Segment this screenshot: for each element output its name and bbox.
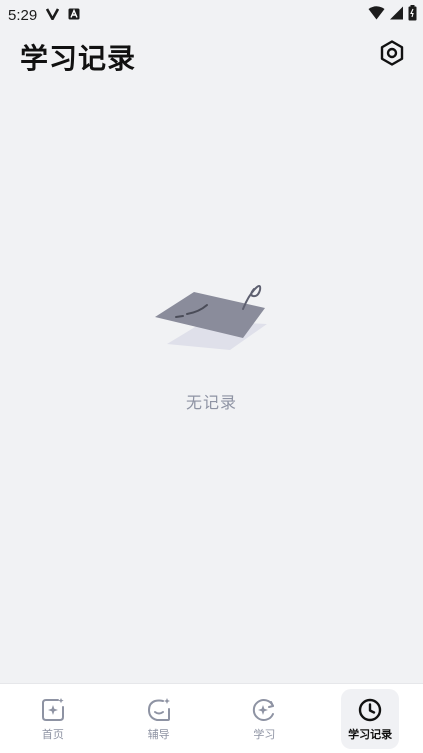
a-notification-icon bbox=[68, 7, 80, 24]
study-icon bbox=[250, 696, 278, 724]
status-time: 5:29 bbox=[8, 6, 38, 24]
cellular-signal-icon bbox=[389, 6, 404, 24]
page-title: 学习记录 bbox=[20, 42, 137, 75]
bottom-tab-bar: 首页 辅导 学习 学习记录 bbox=[0, 683, 423, 753]
status-bar-left: 5:29 bbox=[8, 7, 80, 24]
settings-icon bbox=[378, 39, 406, 71]
wifi-icon bbox=[368, 6, 385, 24]
tutoring-icon bbox=[145, 696, 173, 724]
settings-button[interactable] bbox=[375, 38, 409, 72]
status-bar: 5:29 bbox=[0, 0, 423, 30]
tab-study[interactable]: 学习 bbox=[235, 689, 293, 749]
battery-icon bbox=[408, 5, 417, 25]
tab-study-label: 学习 bbox=[253, 727, 276, 741]
v-notification-icon bbox=[46, 7, 60, 24]
home-icon bbox=[39, 696, 67, 724]
empty-paper-icon bbox=[154, 285, 267, 350]
status-bar-right bbox=[368, 5, 417, 25]
empty-state-text: 无记录 bbox=[185, 393, 237, 412]
tab-tutoring-label: 辅导 bbox=[147, 727, 170, 741]
tab-study-records[interactable]: 学习记录 bbox=[341, 688, 400, 749]
app-header: 学习记录 bbox=[0, 30, 423, 82]
tab-home[interactable]: 首页 bbox=[24, 689, 82, 749]
empty-state: 无记录 bbox=[0, 280, 423, 413]
tab-home-label: 首页 bbox=[41, 727, 64, 741]
tab-tutoring[interactable]: 辅导 bbox=[130, 689, 188, 749]
tab-study-records-label: 学习记录 bbox=[348, 727, 393, 741]
clock-icon bbox=[356, 696, 384, 724]
